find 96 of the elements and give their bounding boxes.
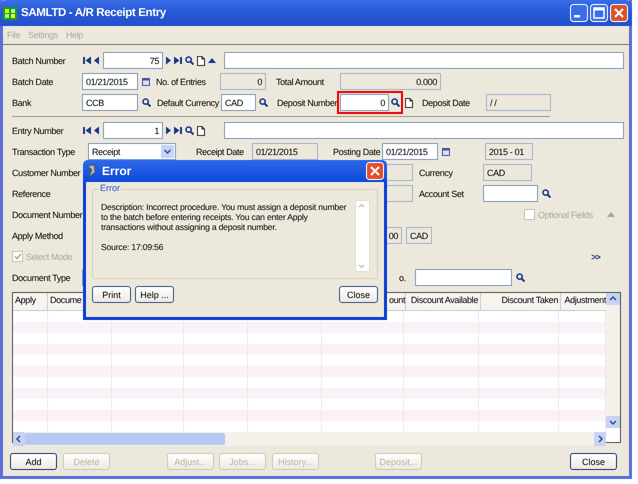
new-document-icon[interactable] xyxy=(197,126,205,136)
vertical-scrollbar[interactable] xyxy=(606,293,620,428)
calendar-icon[interactable] xyxy=(442,148,450,156)
last-record-icon[interactable] xyxy=(174,126,182,135)
close-icon[interactable] xyxy=(366,162,384,180)
checkbox[interactable] xyxy=(12,251,23,262)
entry-number-field[interactable]: 1 xyxy=(103,122,163,139)
description-field[interactable] xyxy=(224,122,624,139)
action-button[interactable]: Add xyxy=(10,453,57,470)
column-header[interactable]: Adjustment xyxy=(561,293,608,310)
first-record-icon[interactable] xyxy=(83,126,91,135)
field-label: Currency xyxy=(419,166,454,178)
search-icon[interactable] xyxy=(185,56,194,65)
field-label: Total Amount xyxy=(276,76,325,88)
previous-record-icon[interactable] xyxy=(94,56,99,65)
scroll-right-icon[interactable] xyxy=(594,432,606,446)
next-record-icon[interactable] xyxy=(166,126,171,135)
amount-field: 00 xyxy=(386,227,402,244)
group-label: Error xyxy=(99,183,121,193)
field-label: Batch Date xyxy=(12,76,54,88)
receipt-date-field: 01/21/2015 xyxy=(252,143,318,160)
field-label: Customer Number xyxy=(12,166,82,178)
window-title: SAMLTD - A/R Receipt Entry xyxy=(21,7,167,19)
transaction-type-dropdown[interactable]: Receipt xyxy=(88,143,176,160)
checkbox-label: Optional Fields xyxy=(538,210,593,220)
error-message: Description: Incorrect procedure. You must assign a deposit number to the batch before entering receipts. You can enter Apply transactions without assigning a deposit number. xyxy=(101,202,348,232)
bank-field[interactable]: CCB xyxy=(82,94,138,111)
scrollbar-thumb[interactable] xyxy=(25,433,225,445)
app-icon xyxy=(3,6,17,20)
scroll-up-icon[interactable] xyxy=(606,293,620,305)
account-set-field[interactable] xyxy=(483,185,538,202)
field-label: o. xyxy=(399,272,407,282)
collapse-arrow-icon[interactable] xyxy=(208,58,216,63)
next-record-icon[interactable] xyxy=(166,56,171,65)
scroll-left-icon[interactable] xyxy=(13,432,25,446)
check-icon xyxy=(14,253,22,260)
field-label: No. of Entries xyxy=(156,76,207,88)
period-field: 2015 - 01 xyxy=(485,143,533,160)
app-icon xyxy=(86,164,98,178)
horizontal-scrollbar[interactable] xyxy=(13,432,606,446)
checkbox-label: Select Mode xyxy=(26,252,72,262)
entries-field: 0 xyxy=(220,73,266,90)
dialog-button[interactable]: Print xyxy=(92,286,131,303)
field-label: Receipt Date xyxy=(196,146,245,158)
column-header[interactable]: Discount Available xyxy=(406,293,481,310)
dialog-title: Error xyxy=(102,164,132,178)
dialog-button[interactable]: Close xyxy=(339,286,378,303)
minimize-icon[interactable] xyxy=(570,4,588,22)
field-label: Bank xyxy=(12,96,32,108)
close-icon[interactable] xyxy=(610,4,628,22)
search-icon[interactable] xyxy=(142,98,151,107)
currency-field: CAD xyxy=(483,164,532,181)
field-label: Batch Number xyxy=(12,54,66,66)
field-label: Default Currency xyxy=(157,96,220,108)
input-field[interactable] xyxy=(415,269,512,286)
last-record-icon[interactable] xyxy=(174,56,182,65)
previous-record-icon[interactable] xyxy=(94,126,99,135)
column-header[interactable]: Discount Taken xyxy=(481,293,561,310)
field-label: Apply Method xyxy=(12,230,64,242)
search-icon[interactable] xyxy=(391,98,400,107)
search-icon[interactable] xyxy=(259,98,268,107)
dialog-button[interactable]: Help ... xyxy=(135,286,174,303)
field-label: Deposit Date xyxy=(422,96,471,108)
date-field[interactable]: 01/21/2015 xyxy=(82,73,138,90)
maximize-icon[interactable] xyxy=(590,4,608,22)
posting-date-field[interactable]: 01/21/2015 xyxy=(382,143,438,160)
field-label: Deposit Number xyxy=(277,96,338,108)
deposit-date-field: / / xyxy=(486,94,551,111)
field-label: Transaction Type xyxy=(12,146,76,158)
input-field xyxy=(386,164,413,181)
first-record-icon[interactable] xyxy=(83,56,91,65)
new-document-icon[interactable] xyxy=(405,98,413,108)
total-field: 0.000 xyxy=(340,73,441,90)
currency-field: CAD xyxy=(406,227,432,244)
description-field[interactable] xyxy=(224,52,624,69)
column-header[interactable]: ount xyxy=(389,293,406,310)
scroll-down-icon[interactable] xyxy=(606,416,620,428)
search-icon[interactable] xyxy=(185,126,194,135)
field-label: Entry Number xyxy=(12,124,64,136)
checkbox[interactable] xyxy=(524,209,535,220)
field-label: Account Set xyxy=(419,188,465,200)
column-header[interactable]: Apply xyxy=(13,293,48,310)
deposit-number-field[interactable]: 0 xyxy=(340,94,389,111)
field-label: Document Type xyxy=(12,272,72,284)
currency-field[interactable]: CAD xyxy=(221,94,256,111)
error-source: Source: 17:09:56 xyxy=(101,242,164,252)
calendar-icon[interactable] xyxy=(142,78,150,86)
search-icon[interactable] xyxy=(516,273,525,282)
field-label: Posting Date xyxy=(333,146,382,158)
expand-toggle[interactable]: >> xyxy=(591,252,600,262)
field-label: Reference xyxy=(12,188,52,200)
field-label: Document Number xyxy=(12,208,82,220)
batch-number-field[interactable]: 75 xyxy=(103,52,163,69)
action-button[interactable]: Close xyxy=(570,453,617,470)
new-document-icon[interactable] xyxy=(197,56,205,66)
search-icon[interactable] xyxy=(542,189,551,198)
